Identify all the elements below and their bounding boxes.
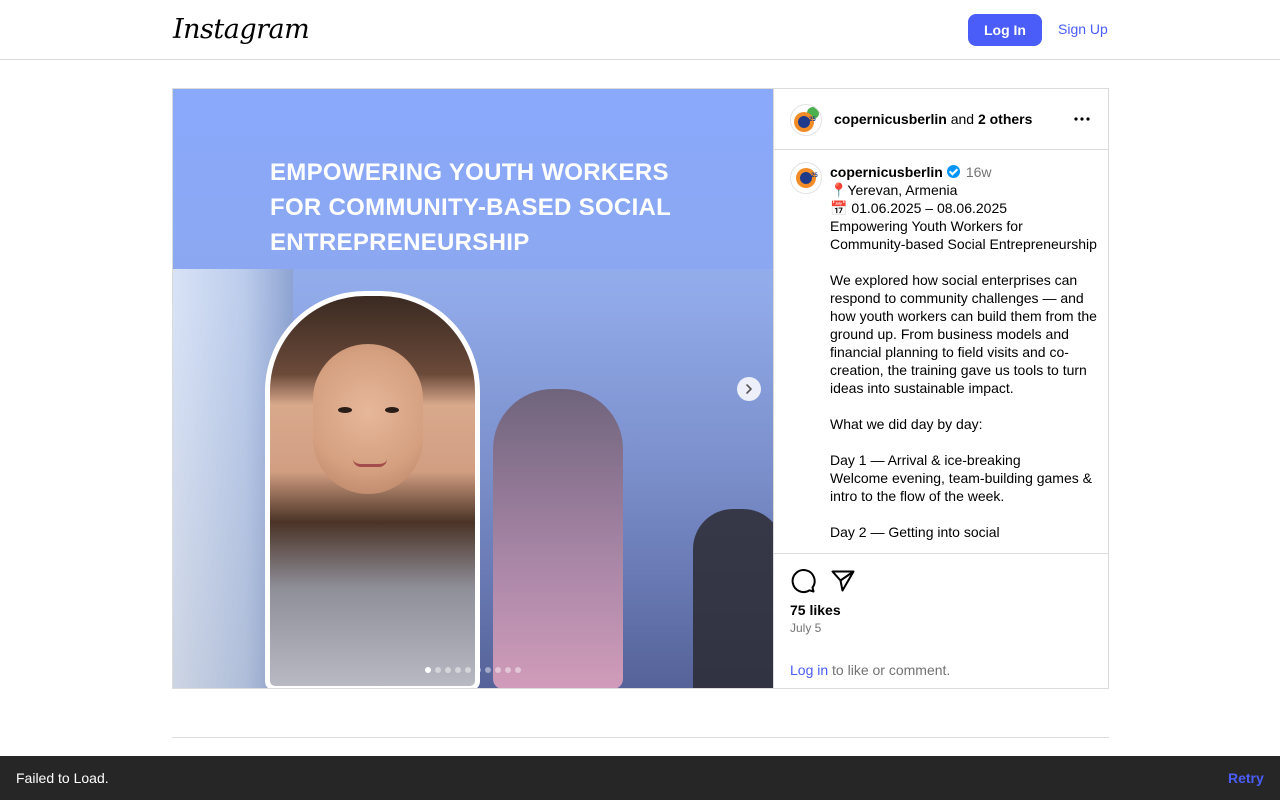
signup-link[interactable]: Sign Up xyxy=(1058,21,1108,37)
more-icon xyxy=(1074,117,1090,121)
post-card: EMPOWERING YOUTH WORKERS FOR COMMUNITY-B… xyxy=(172,88,1109,689)
carousel-next-button[interactable] xyxy=(737,377,761,401)
comment-icon xyxy=(791,569,816,593)
top-bar: Instagram Log In Sign Up xyxy=(0,0,1280,60)
headline-line-1: EMPOWERING YOUTH WORKERS xyxy=(270,159,669,186)
retry-button[interactable]: Retry xyxy=(1228,770,1264,786)
instagram-logo[interactable]: Instagram xyxy=(173,14,310,45)
authors-and: and xyxy=(950,111,975,127)
more-options-button[interactable] xyxy=(1072,109,1092,129)
authors-others[interactable]: 2 others xyxy=(978,111,1032,127)
headline-line-3: ENTREPRENEURSHIP xyxy=(270,229,530,256)
carousel-dot xyxy=(435,667,441,673)
verified-badge-icon xyxy=(946,165,960,178)
carousel-dot xyxy=(515,667,521,673)
photo-eye-left xyxy=(338,407,352,413)
carousel-dot xyxy=(485,667,491,673)
carousel-dot xyxy=(425,667,431,673)
avatar[interactable]: 25 xyxy=(790,104,822,136)
post-caption: 25 copernicusberlin 16w 📍Yerevan, Armenia… xyxy=(774,151,1109,553)
footer-divider xyxy=(172,737,1109,738)
media-headline: EMPOWERING YOUTH WORKERS FOR COMMUNITY-B… xyxy=(270,155,710,260)
share-icon xyxy=(831,570,855,592)
author-username[interactable]: copernicusberlin xyxy=(834,111,947,127)
post-header: 25 copernicusberlin and 2 others xyxy=(774,89,1109,150)
comment-button[interactable] xyxy=(790,568,816,594)
carousel-dot xyxy=(475,667,481,673)
post-authors: copernicusberlin and 2 others xyxy=(834,111,1032,127)
photo-subject-face xyxy=(313,344,423,494)
post-side-panel: 25 copernicusberlin and 2 others 25 cope… xyxy=(773,89,1109,688)
carousel-dots xyxy=(425,667,521,673)
carousel-dot xyxy=(495,667,501,673)
chevron-right-icon xyxy=(746,384,752,394)
login-prompt-text: to like or comment. xyxy=(828,662,951,678)
login-button[interactable]: Log In xyxy=(968,14,1042,46)
caption-body: copernicusberlin 16w 📍Yerevan, Armenia 📅 … xyxy=(830,163,1098,541)
post-media[interactable]: EMPOWERING YOUTH WORKERS FOR COMMUNITY-B… xyxy=(173,89,773,688)
carousel-dot xyxy=(455,667,461,673)
photo-mouth xyxy=(353,459,387,467)
share-button[interactable] xyxy=(830,568,856,594)
likes-count[interactable]: 75 likes xyxy=(790,602,841,618)
caption-text: 📍Yerevan, Armenia 📅 01.06.2025 – 08.06.2… xyxy=(830,182,1097,540)
photo-background-person-2 xyxy=(693,509,773,688)
avatar-tag: 25 xyxy=(809,117,816,123)
post-actions: 75 likes July 5 Log in to like or commen… xyxy=(774,553,1109,688)
caption-avatar[interactable]: 25 xyxy=(790,162,822,194)
carousel-dot xyxy=(465,667,471,673)
toast-message: Failed to Load. xyxy=(16,770,109,786)
carousel-dot xyxy=(445,667,451,673)
headline-line-2: FOR COMMUNITY-BASED SOCIAL xyxy=(270,194,672,221)
carousel-dot xyxy=(505,667,511,673)
avatar-tag: 25 xyxy=(811,173,818,179)
post-date[interactable]: July 5 xyxy=(790,621,821,635)
photo-eye-right xyxy=(385,407,399,413)
login-link[interactable]: Log in xyxy=(790,662,828,678)
post-age[interactable]: 16w xyxy=(966,164,992,180)
photo-background-person xyxy=(493,389,623,688)
error-toast: Failed to Load. Retry xyxy=(0,756,1280,800)
login-prompt: Log in to like or comment. xyxy=(790,662,950,678)
caption-username[interactable]: copernicusberlin xyxy=(830,164,943,180)
